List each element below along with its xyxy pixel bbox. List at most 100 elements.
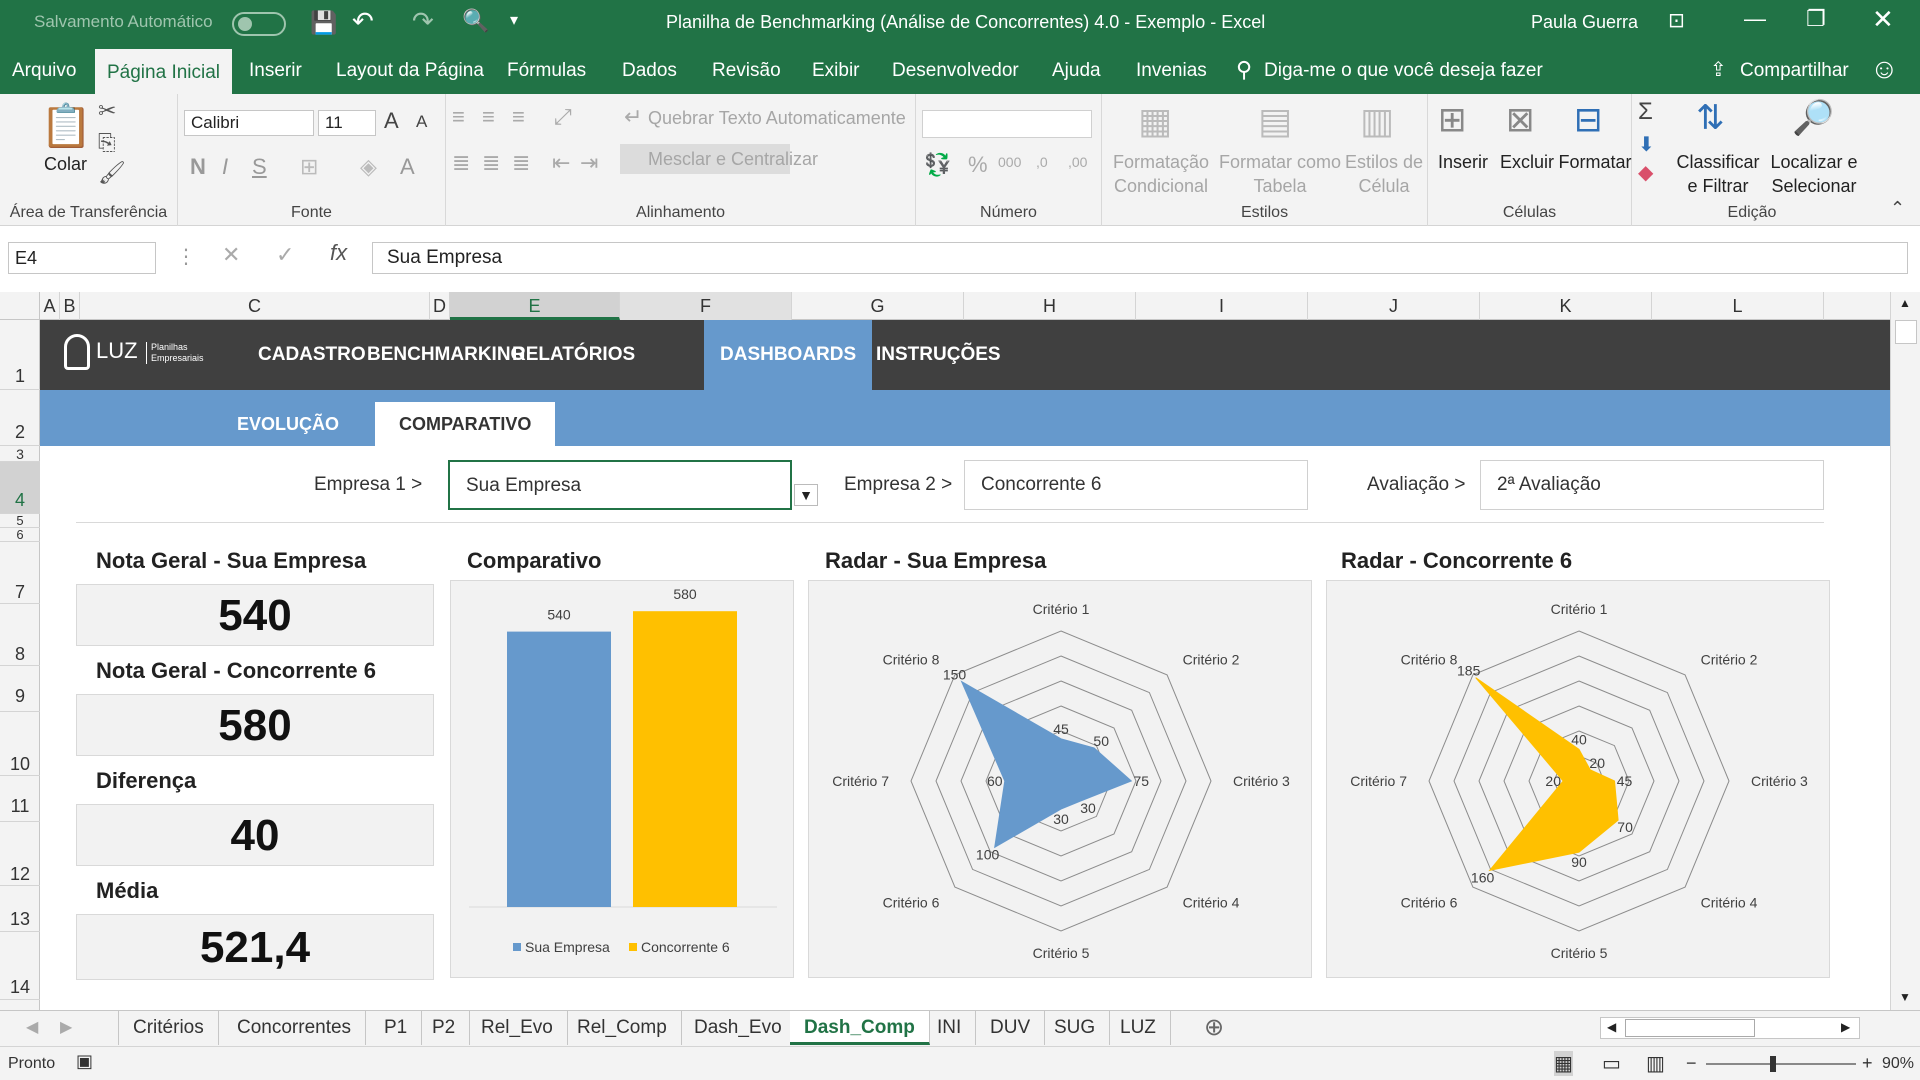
nav-relatorios[interactable]: RELATÓRIOS <box>496 320 651 390</box>
sheet-tab-luz[interactable]: LUZ <box>1106 1011 1171 1045</box>
font-size-select[interactable]: 11 <box>318 110 376 136</box>
scroll-right-icon[interactable]: ▶ <box>1841 1020 1850 1034</box>
dropdown-arrow-icon[interactable]: ▼ <box>794 484 818 506</box>
col-header-b[interactable]: B <box>60 292 80 320</box>
page-layout-icon[interactable]: ▭ <box>1602 1051 1621 1076</box>
tab-dados[interactable]: Dados <box>610 47 689 94</box>
align-right-icon[interactable]: ≣ <box>512 150 530 176</box>
cell-styles-button[interactable]: Estilos de Célula <box>1342 150 1426 198</box>
enter-icon[interactable]: ✓ <box>276 242 294 268</box>
redo-icon[interactable]: ↷ <box>412 6 434 37</box>
share-button[interactable]: Compartilhar <box>1740 60 1849 82</box>
format-cells-button[interactable]: Formatar <box>1558 150 1632 174</box>
undo-icon[interactable]: ↶ <box>352 6 374 37</box>
scroll-up-icon[interactable]: ▲ <box>1899 296 1911 310</box>
insert-function-icon[interactable]: fx <box>330 240 347 266</box>
font-color-icon[interactable]: A <box>400 154 415 180</box>
minimize-icon[interactable]: — <box>1744 6 1766 32</box>
underline-icon[interactable]: S <box>252 154 267 180</box>
page-break-icon[interactable]: ▥ <box>1646 1051 1665 1076</box>
tab-arquivo[interactable]: Arquivo <box>0 47 88 94</box>
sheet-tab-dash-evo[interactable]: Dash_Evo <box>680 1011 797 1045</box>
zoom-in-icon[interactable]: + <box>1862 1053 1873 1074</box>
row-header-14[interactable]: 14 <box>0 932 40 1000</box>
formula-input[interactable]: Sua Empresa <box>372 242 1908 274</box>
nav-instrucoes[interactable]: INSTRUÇÕES <box>860 320 1017 390</box>
subnav-evolucao[interactable]: EVOLUÇÃO <box>213 402 363 446</box>
autosave-toggle[interactable] <box>232 12 286 36</box>
row-header-4[interactable]: 4 <box>0 462 40 514</box>
sheet-tab-concorrentes[interactable]: Concorrentes <box>223 1011 367 1045</box>
tab-formulas[interactable]: Fórmulas <box>495 47 598 94</box>
copy-icon[interactable]: ⎘ <box>98 130 116 156</box>
normal-view-icon[interactable]: ▦ <box>1554 1051 1573 1076</box>
row-header-8[interactable]: 8 <box>0 604 40 666</box>
tab-desenvolvedor[interactable]: Desenvolvedor <box>880 47 1031 94</box>
collapse-ribbon-icon[interactable]: ⌃ <box>1890 198 1905 219</box>
find-select-button[interactable]: Localizar e Selecionar <box>1764 150 1864 198</box>
fill-color-icon[interactable]: ◈ <box>360 154 377 180</box>
tab-inserir[interactable]: Inserir <box>237 47 314 94</box>
number-format-select[interactable] <box>922 110 1092 138</box>
nav-dashboards[interactable]: DASHBOARDS <box>704 320 873 390</box>
col-header-d[interactable]: D <box>430 292 450 320</box>
sheet-tab-criterios[interactable]: Critérios <box>118 1011 219 1045</box>
align-center-icon[interactable]: ≣ <box>482 150 500 176</box>
customize-qat-icon[interactable]: ▾ <box>510 10 518 30</box>
horizontal-scrollbar[interactable]: ◀ ▶ <box>1600 1017 1860 1039</box>
row-header-7[interactable]: 7 <box>0 542 40 604</box>
conditional-format-button[interactable]: Formatação Condicional <box>1106 150 1216 198</box>
tab-revisao[interactable]: Revisão <box>700 47 793 94</box>
currency-icon[interactable]: 💱 <box>924 152 951 178</box>
clear-icon[interactable]: ◆ <box>1638 160 1653 185</box>
shrink-font-icon[interactable]: A <box>416 112 427 132</box>
sheet-tab-p1[interactable]: P1 <box>370 1011 423 1045</box>
decrease-indent-icon[interactable]: ⇤ <box>552 150 570 176</box>
vertical-scrollbar[interactable]: ▲ ▼ <box>1890 292 1920 1010</box>
vertical-scroll-thumb[interactable] <box>1895 320 1917 344</box>
align-left-icon[interactable]: ≣ <box>452 150 470 176</box>
decrease-decimal-icon[interactable]: ,00 <box>1068 154 1087 170</box>
wrap-text-button[interactable]: Quebrar Texto Automaticamente <box>648 106 906 130</box>
col-header-f[interactable]: F <box>620 292 792 320</box>
sort-filter-button[interactable]: Classificar e Filtrar <box>1672 150 1764 198</box>
add-sheet-icon[interactable]: ⊕ <box>1204 1013 1224 1042</box>
sheet-tab-duv[interactable]: DUV <box>976 1011 1046 1045</box>
row-header-5[interactable]: 5 <box>0 514 40 528</box>
row-header-11[interactable]: 11 <box>0 776 40 822</box>
row-header-13[interactable]: 13 <box>0 886 40 932</box>
sheet-tab-p2[interactable]: P2 <box>418 1011 471 1045</box>
grow-font-icon[interactable]: A <box>384 108 399 134</box>
next-sheet-icon[interactable]: ▶ <box>60 1017 72 1037</box>
tab-layout[interactable]: Layout da Página <box>324 47 496 94</box>
zoom-level[interactable]: 90% <box>1882 1055 1914 1073</box>
col-header-l[interactable]: L <box>1652 292 1824 320</box>
align-middle-icon[interactable]: ≡ <box>482 104 495 130</box>
sheet-tab-ini[interactable]: INI <box>923 1011 977 1045</box>
format-table-button[interactable]: Formatar como Tabela <box>1216 150 1344 198</box>
tab-invenias[interactable]: Invenias <box>1124 47 1219 94</box>
row-header-3[interactable]: 3 <box>0 446 40 462</box>
prev-sheet-icon[interactable]: ◀ <box>26 1017 38 1037</box>
empresa1-select[interactable]: Sua Empresa <box>448 460 792 510</box>
cut-icon[interactable]: ✂ <box>98 98 116 124</box>
ribbon-display-icon[interactable]: ⊡ <box>1668 8 1685 33</box>
restore-icon[interactable]: ❐ <box>1806 6 1826 32</box>
bold-icon[interactable]: N <box>190 154 206 180</box>
select-all-corner[interactable] <box>0 292 40 320</box>
zoom-slider[interactable] <box>1706 1056 1856 1072</box>
merge-center-button[interactable]: Mesclar e Centralizar <box>620 144 818 174</box>
orientation-icon[interactable]: ⤢ <box>554 104 572 130</box>
increase-decimal-icon[interactable]: ,0 <box>1036 154 1048 170</box>
row-header-6[interactable]: 6 <box>0 528 40 542</box>
align-bottom-icon[interactable]: ≡ <box>512 104 525 130</box>
tab-exibir[interactable]: Exibir <box>800 47 872 94</box>
borders-icon[interactable]: ⊞ <box>300 154 318 180</box>
comma-style-icon[interactable]: 000 <box>998 154 1021 170</box>
sheet-tab-dash-comp[interactable]: Dash_Comp <box>790 1011 930 1045</box>
row-header-9[interactable]: 9 <box>0 666 40 712</box>
macro-record-icon[interactable]: ▣ <box>76 1051 93 1072</box>
insert-cells-button[interactable]: Inserir <box>1428 150 1498 174</box>
paste-button[interactable]: Colar <box>44 152 87 176</box>
col-header-k[interactable]: K <box>1480 292 1652 320</box>
